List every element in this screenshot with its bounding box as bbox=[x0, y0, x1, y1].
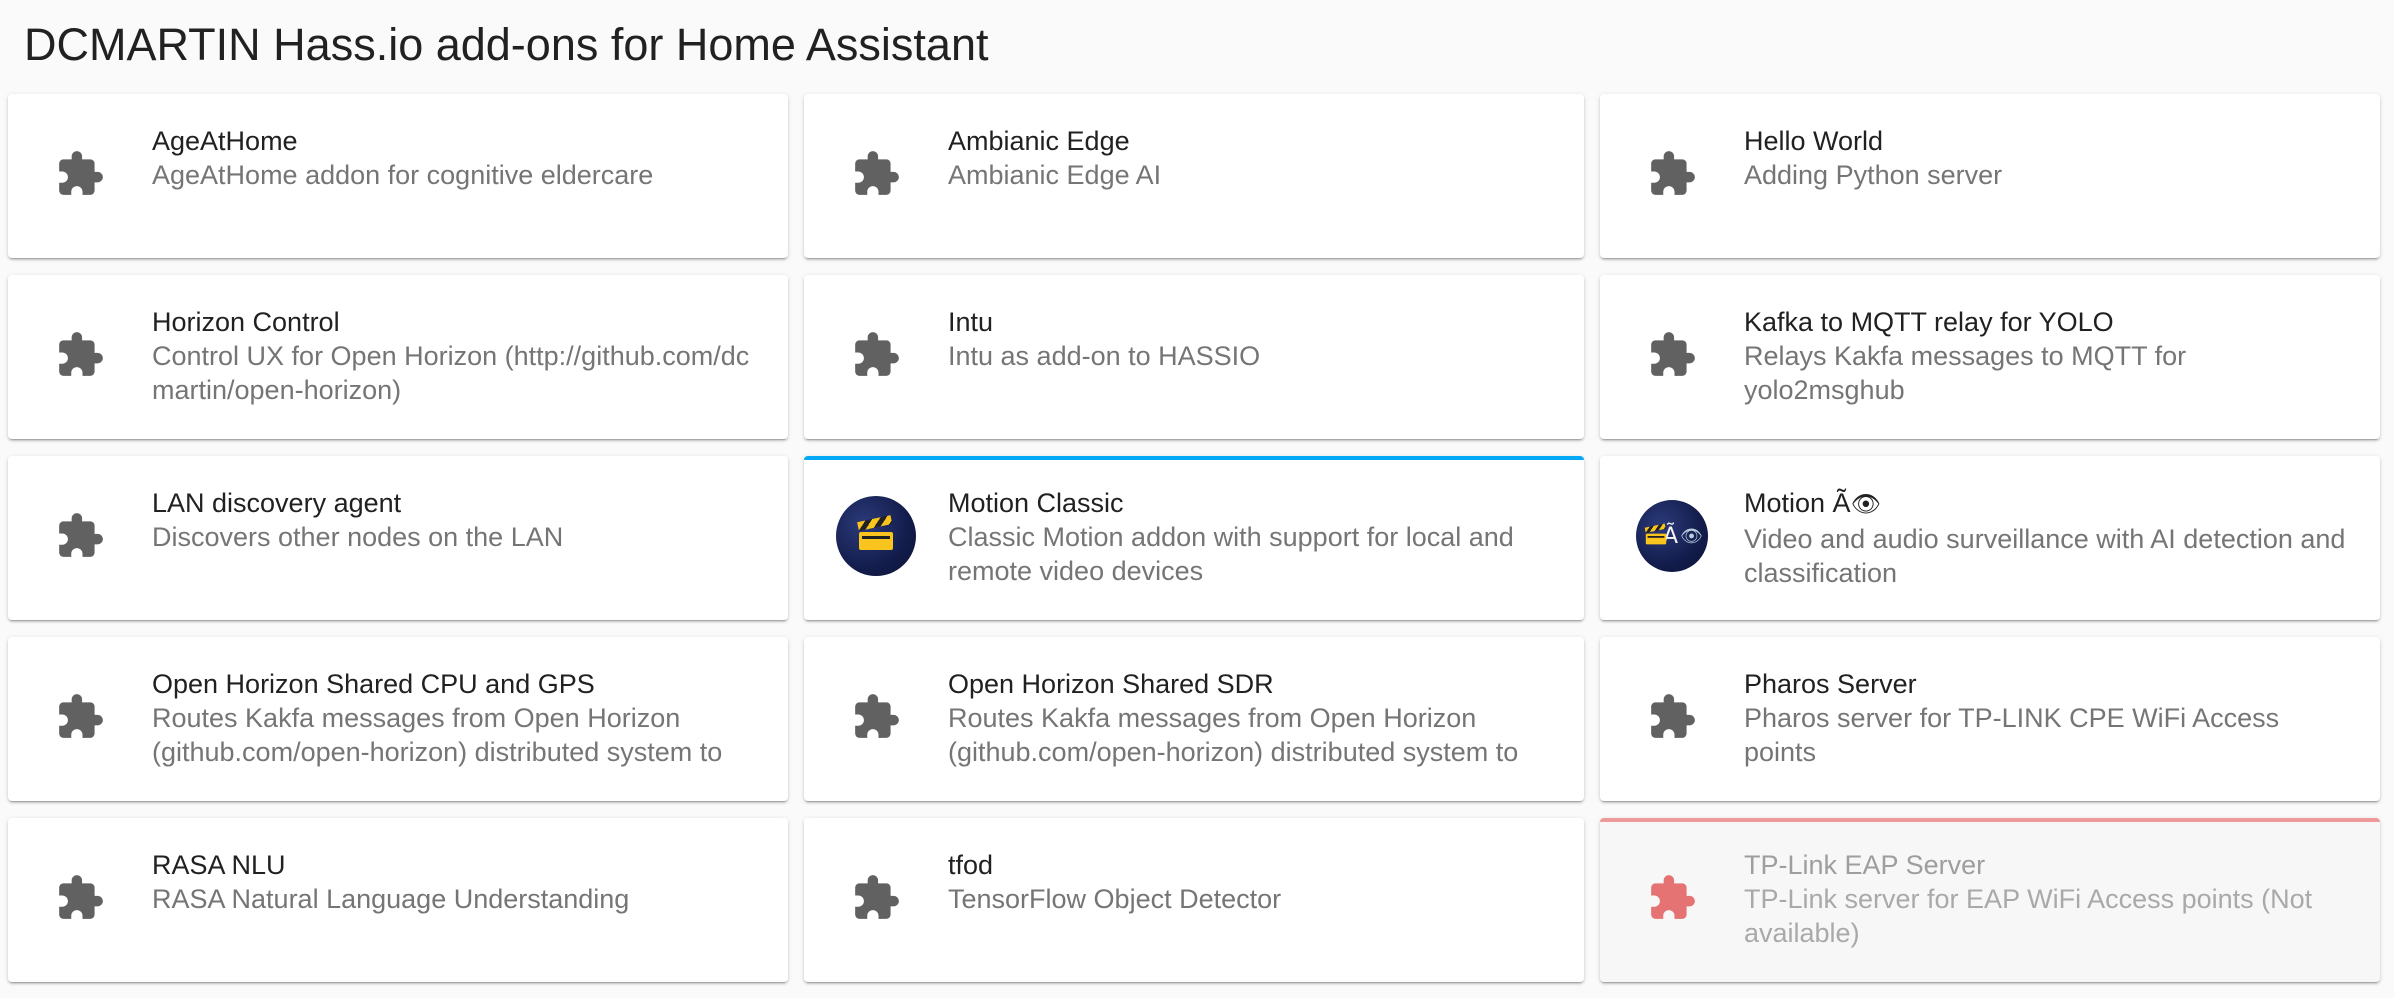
addon-name: Intu bbox=[948, 307, 994, 337]
addon-description: Pharos server for TP-LINK CPE WiFi Acces… bbox=[1744, 703, 2280, 767]
addon-description: Ambianic Edge AI bbox=[948, 160, 1162, 190]
addon-card-pharos-server[interactable]: Pharos Server Pharos server for TP-LINK … bbox=[1600, 637, 2380, 801]
addon-name: tfod bbox=[948, 850, 994, 880]
addon-store-page: DCMARTIN Hass.io add-ons for Home Assist… bbox=[0, 0, 2394, 998]
addon-description: Relays Kakfa messages to MQTT for yolo2m… bbox=[1744, 341, 2187, 405]
addon-card-rasa-nlu[interactable]: RASA NLU RASA Natural Language Understan… bbox=[8, 818, 788, 982]
puzzle-icon bbox=[836, 134, 916, 214]
addon-card-motion-ai[interactable]: Ã 👁 Motion Ã👁 Video and audio surveillan… bbox=[1600, 456, 2380, 620]
puzzle-icon bbox=[1632, 315, 1712, 395]
repository-title: DCMARTIN Hass.io add-ons for Home Assist… bbox=[24, 19, 989, 70]
addon-name: AgeAtHome bbox=[152, 126, 298, 156]
clapperboard-icon bbox=[1644, 523, 1667, 545]
addon-name: Open Horizon Shared CPU and GPS bbox=[152, 669, 595, 699]
addon-card-lan-discovery[interactable]: LAN discovery agent Discovers other node… bbox=[8, 456, 788, 620]
addon-card-oh-shared-sdr[interactable]: Open Horizon Shared SDR Routes Kakfa mes… bbox=[804, 637, 1584, 801]
eye-icon: 👁 bbox=[1850, 491, 1882, 518]
addon-name: Open Horizon Shared SDR bbox=[948, 669, 1274, 699]
motion-ai-logo-icon: Ã 👁 bbox=[1636, 500, 1708, 572]
addon-name: LAN discovery agent bbox=[152, 488, 402, 518]
addon-card-ageathome[interactable]: AgeAtHome AgeAtHome addon for cognitive … bbox=[8, 94, 788, 258]
addon-card-ambianic-edge[interactable]: Ambianic Edge Ambianic Edge AI bbox=[804, 94, 1584, 258]
addon-name: Pharos Server bbox=[1744, 669, 1917, 699]
addon-description: Adding Python server bbox=[1744, 160, 2003, 190]
addon-card-motion-classic[interactable]: Motion Classic Classic Motion addon with… bbox=[804, 456, 1584, 620]
addon-description: Classic Motion addon with support for lo… bbox=[948, 522, 1514, 586]
puzzle-icon bbox=[40, 315, 120, 395]
motion-logo-icon bbox=[836, 496, 916, 576]
addon-description: Routes Kakfa messages from Open Horizon … bbox=[152, 703, 723, 767]
addon-name: TP-Link EAP Server bbox=[1744, 850, 1986, 880]
addon-name-text: Motion Ã bbox=[1744, 488, 1851, 518]
addon-card-intu[interactable]: Intu Intu as add-on to HASSIO bbox=[804, 275, 1584, 439]
addon-name: Motion Classic bbox=[948, 488, 1124, 518]
puzzle-icon bbox=[836, 858, 916, 938]
puzzle-icon bbox=[836, 677, 916, 757]
addon-description: TP-Link server for EAP WiFi Access point… bbox=[1744, 884, 2313, 948]
addon-name: RASA NLU bbox=[152, 850, 286, 880]
clapperboard-icon bbox=[857, 515, 893, 550]
addon-name: Motion Ã👁 bbox=[1744, 486, 2354, 522]
addon-description: Control UX for Open Horizon (http://gith… bbox=[152, 341, 750, 405]
addon-card-tfod[interactable]: tfod TensorFlow Object Detector bbox=[804, 818, 1584, 982]
addon-card-hello-world[interactable]: Hello World Adding Python server bbox=[1600, 94, 2380, 258]
addon-name: Kafka to MQTT relay for YOLO bbox=[1744, 307, 2114, 337]
addon-description: Intu as add-on to HASSIO bbox=[948, 341, 1261, 371]
eye-icon: 👁 bbox=[1680, 525, 1703, 546]
addon-description: AgeAtHome addon for cognitive eldercare bbox=[152, 160, 654, 190]
addon-description: Discovers other nodes on the LAN bbox=[152, 522, 564, 552]
puzzle-icon bbox=[40, 677, 120, 757]
puzzle-icon bbox=[1632, 858, 1712, 938]
puzzle-icon bbox=[1632, 677, 1712, 757]
addon-card-tp-link-eap-server[interactable]: TP-Link EAP Server TP-Link server for EA… bbox=[1600, 818, 2380, 982]
addon-card-kafka-mqtt-relay[interactable]: Kafka to MQTT relay for YOLO Relays Kakf… bbox=[1600, 275, 2380, 439]
addon-card-horizon-control[interactable]: Horizon Control Control UX for Open Hori… bbox=[8, 275, 788, 439]
addon-name: Ambianic Edge bbox=[948, 126, 1130, 156]
puzzle-icon bbox=[40, 134, 120, 214]
addon-card-oh-shared-cpu-gps[interactable]: Open Horizon Shared CPU and GPS Routes K… bbox=[8, 637, 788, 801]
addon-name: Horizon Control bbox=[152, 307, 340, 337]
puzzle-icon bbox=[40, 496, 120, 576]
addon-description: RASA Natural Language Understanding bbox=[152, 884, 630, 914]
addon-grid: AgeAtHome AgeAtHome addon for cognitive … bbox=[8, 94, 2380, 982]
puzzle-icon bbox=[1632, 134, 1712, 214]
puzzle-icon bbox=[40, 858, 120, 938]
addon-name: Hello World bbox=[1744, 126, 1884, 156]
puzzle-icon bbox=[836, 315, 916, 395]
addon-description: Video and audio surveillance with AI det… bbox=[1744, 524, 2346, 588]
addon-description: Routes Kakfa messages from Open Horizon … bbox=[948, 703, 1519, 767]
addon-description: TensorFlow Object Detector bbox=[948, 884, 1282, 914]
